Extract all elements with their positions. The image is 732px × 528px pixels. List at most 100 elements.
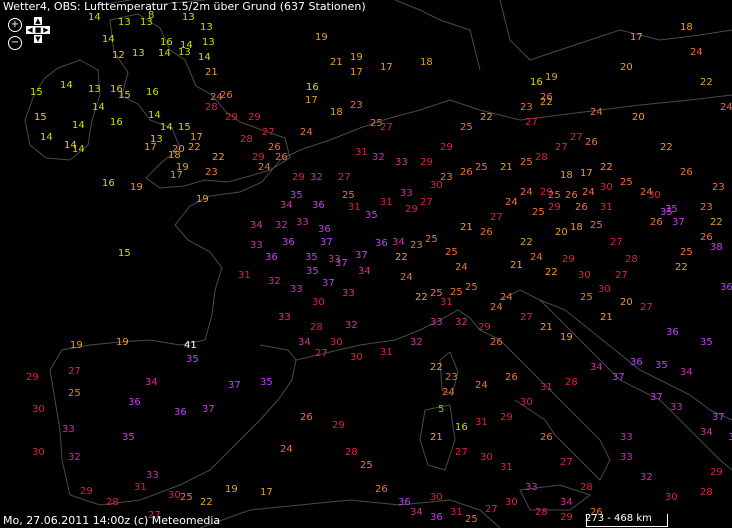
station-temperature: 35 xyxy=(186,354,199,365)
station-temperature: 25 xyxy=(520,157,533,168)
station-temperature: 19 xyxy=(545,72,558,83)
station-temperature: 30 xyxy=(598,284,611,295)
station-temperature: 19 xyxy=(196,194,209,205)
station-temperature: 21 xyxy=(430,432,443,443)
station-temperature: 24 xyxy=(400,272,413,283)
station-temperature: 35 xyxy=(700,337,713,348)
station-temperature: 16 xyxy=(306,82,319,93)
station-temperature: 30 xyxy=(350,352,363,363)
station-temperature: 14 xyxy=(148,110,161,121)
station-temperature: 28 xyxy=(700,487,713,498)
pan-right-icon[interactable]: ▶ xyxy=(42,26,50,34)
station-temperature: 25 xyxy=(475,162,488,173)
zoom-out-icon[interactable]: − xyxy=(8,36,22,50)
station-temperature: 27 xyxy=(555,142,568,153)
zoom-in-icon[interactable]: + xyxy=(8,18,22,32)
station-temperature: 26 xyxy=(375,484,388,495)
station-temperature: 13 xyxy=(200,22,213,33)
station-temperature: 36 xyxy=(282,237,295,248)
station-temperature: 17 xyxy=(190,132,203,143)
station-temperature: 25 xyxy=(450,287,463,298)
station-temperature: 25 xyxy=(532,207,545,218)
station-temperature: 28 xyxy=(240,134,253,145)
timestamp-label: Mo, 27.06.2011 14:00z (c) Meteomedia xyxy=(3,514,221,527)
station-temperature: 36 xyxy=(630,357,643,368)
station-temperature: 21 xyxy=(510,260,523,271)
pan-left-icon[interactable]: ◀ xyxy=(26,26,34,34)
station-temperature: 18 xyxy=(570,222,583,233)
station-temperature: 30 xyxy=(578,270,591,281)
station-temperature: 33 xyxy=(430,317,443,328)
station-temperature: 33 xyxy=(620,432,633,443)
station-temperature: 30 xyxy=(600,182,613,193)
station-temperature: 21 xyxy=(205,67,218,78)
station-temperature: 32 xyxy=(372,152,385,163)
station-temperature: 33 xyxy=(395,157,408,168)
station-temperature: 25 xyxy=(445,247,458,258)
station-temperature: 31 xyxy=(380,197,393,208)
station-temperature: 16 xyxy=(530,77,543,88)
station-temperature: 24 xyxy=(258,162,271,173)
station-temperature: 30 xyxy=(505,497,518,508)
station-temperature: 28 xyxy=(580,482,593,493)
station-temperature: 37 xyxy=(672,217,685,228)
station-temperature: 26 xyxy=(680,167,693,178)
station-temperature: 25 xyxy=(360,460,373,471)
station-temperature: 26 xyxy=(650,217,663,228)
station-temperature: 27 xyxy=(520,312,533,323)
station-temperature: 32 xyxy=(310,172,323,183)
station-temperature: 25 xyxy=(460,122,473,133)
station-temperature: 26 xyxy=(220,90,233,101)
station-temperature: 29 xyxy=(80,486,93,497)
station-temperature: 23 xyxy=(445,372,458,383)
station-temperature: 35 xyxy=(365,210,378,221)
station-temperature: 29 xyxy=(560,512,573,523)
station-temperature: 27 xyxy=(380,122,393,133)
station-temperature: 22 xyxy=(188,142,201,153)
pan-up-icon[interactable]: ▲ xyxy=(34,17,42,25)
station-temperature: 37 xyxy=(355,250,368,261)
station-temperature: 12 xyxy=(112,50,125,61)
station-temperature: 13 xyxy=(202,37,215,48)
station-temperature: 14 xyxy=(40,132,53,143)
station-temperature: 28 xyxy=(535,152,548,163)
station-temperature: 32 xyxy=(640,472,653,483)
station-temperature: 17 xyxy=(350,67,363,78)
station-temperature: 26 xyxy=(575,202,588,213)
station-temperature: 27 xyxy=(610,237,623,248)
station-temperature: 34 xyxy=(250,220,263,231)
station-temperature: 16 xyxy=(146,87,159,98)
station-temperature: 31 xyxy=(380,347,393,358)
station-temperature: 14 xyxy=(102,34,115,45)
station-temperature: 28 xyxy=(345,447,358,458)
station-temperature: 30 xyxy=(648,190,661,201)
station-temperature: 29 xyxy=(710,467,723,478)
pan-center-icon[interactable]: ■ xyxy=(34,26,42,34)
station-temperature: 21 xyxy=(600,312,613,323)
station-temperature: 14 xyxy=(88,12,101,23)
station-temperature: 36 xyxy=(265,252,278,263)
station-temperature: 22 xyxy=(540,97,553,108)
station-temperature: 30 xyxy=(665,492,678,503)
station-temperature: 17 xyxy=(260,487,273,498)
station-temperature: 19 xyxy=(560,332,573,343)
station-temperature: 33 xyxy=(620,452,633,463)
station-temperature: 24 xyxy=(442,387,455,398)
station-temperature: 29 xyxy=(332,420,345,431)
station-temperature: 26 xyxy=(460,167,473,178)
station-temperature: 27 xyxy=(640,302,653,313)
station-temperature: 24 xyxy=(520,187,533,198)
pan-down-icon[interactable]: ▼ xyxy=(34,35,42,43)
station-temperature: 18 xyxy=(560,170,573,181)
station-temperature: 30 xyxy=(330,337,343,348)
temperature-map[interactable]: 14 13 138 131314 16 14 1312 13 14 13 141514 13 16211… xyxy=(0,0,732,528)
station-temperature: 14 xyxy=(60,80,73,91)
station-temperature: 29 xyxy=(562,254,575,265)
station-temperature: 32 xyxy=(455,317,468,328)
station-temperature: 30 xyxy=(430,492,443,503)
station-temperature: 31 xyxy=(355,147,368,158)
station-temperature: 13 xyxy=(132,48,145,59)
station-temperature: 27 xyxy=(570,132,583,143)
station-temperature: 29 xyxy=(420,157,433,168)
station-temperature: 24 xyxy=(490,302,503,313)
